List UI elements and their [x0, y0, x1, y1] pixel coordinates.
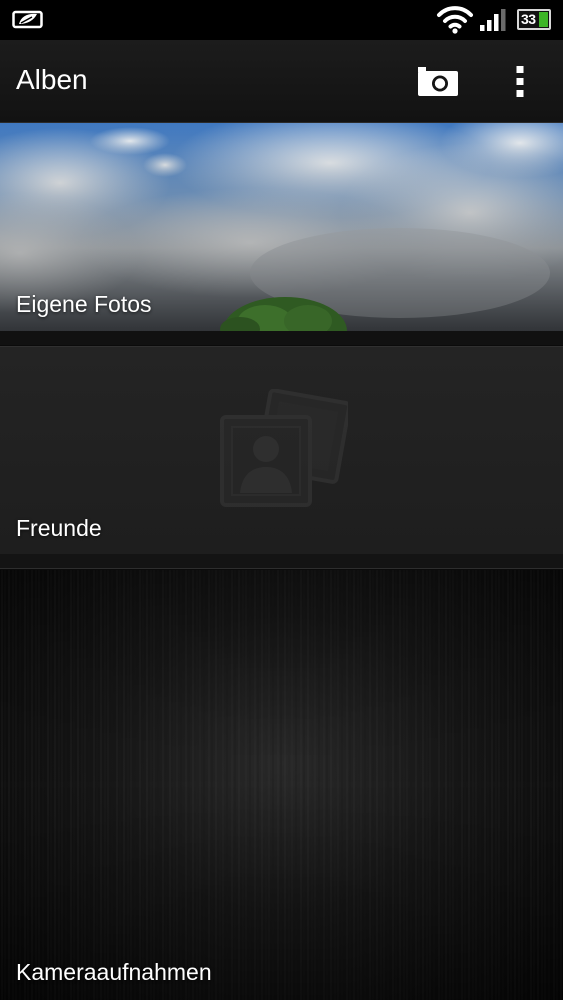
album-label: Eigene Fotos: [16, 291, 152, 317]
battery-level: 33: [521, 11, 536, 27]
album-thumbnail-brushed-metal-texture: [0, 570, 563, 1000]
camera-button[interactable]: [412, 62, 464, 102]
album-tile-kameraaufnahmen[interactable]: Kameraaufnahmen: [0, 570, 563, 1000]
overflow-menu-icon: [516, 66, 524, 97]
album-label: Kameraaufnahmen: [16, 959, 212, 985]
camera-icon: [418, 67, 458, 96]
battery-indicator: 33: [517, 9, 551, 30]
action-bar: Alben: [0, 40, 563, 123]
wifi-icon: [437, 6, 473, 34]
album-tile-eigene-fotos[interactable]: Eigene Fotos: [0, 123, 563, 331]
status-bar: 33: [0, 0, 563, 40]
overflow-menu-button[interactable]: [500, 62, 540, 102]
album-label: Freunde: [16, 515, 102, 541]
album-tile-freunde[interactable]: Freunde: [0, 346, 563, 554]
screen: 33 Alben Eigene Fotos Freunde Kameraaufn…: [0, 0, 563, 1000]
page-title: Alben: [16, 64, 88, 95]
battery-fill: [539, 12, 548, 27]
album-divider: [0, 554, 563, 569]
album-divider: [0, 331, 563, 345]
htc-sense-leaf-icon: [12, 10, 43, 29]
signal-bars-icon: [480, 9, 506, 31]
people-photos-placeholder-icon: [220, 389, 348, 507]
